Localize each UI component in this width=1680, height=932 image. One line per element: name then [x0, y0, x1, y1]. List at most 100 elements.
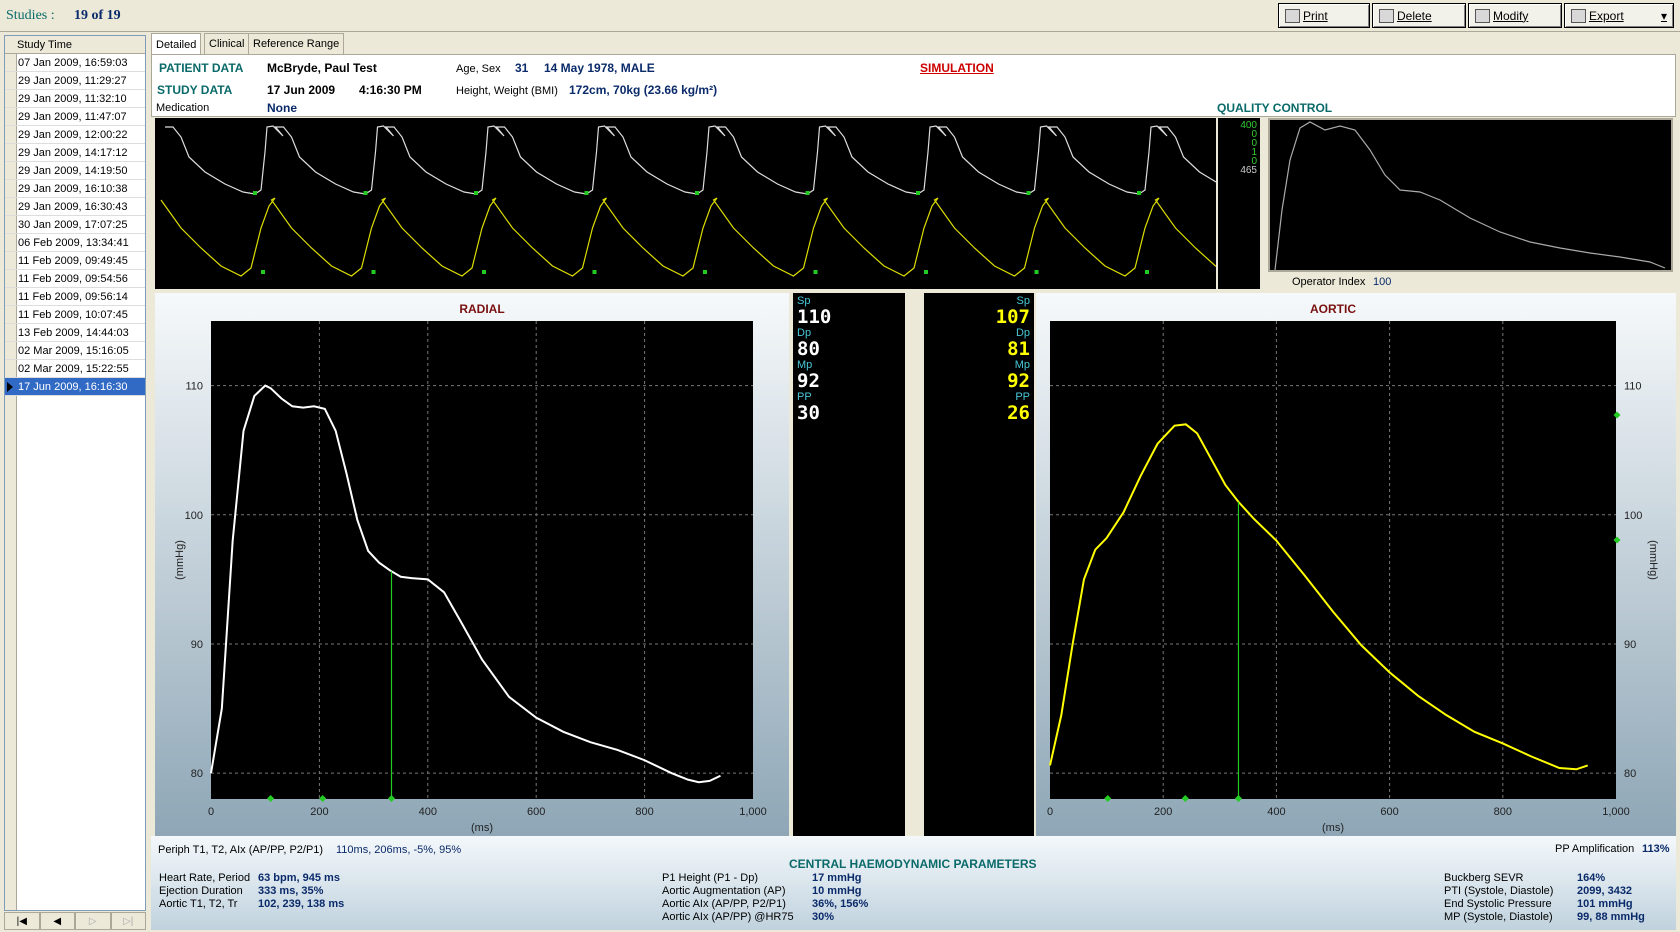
list-item[interactable]: 17 Jun 2009, 16:16:30: [5, 378, 145, 396]
param-label: MP (Systole, Diastole): [1444, 911, 1553, 923]
param-row: End Systolic Pressure 101 mmHg: [1444, 898, 1645, 911]
list-item-label: 17 Jun 2009, 16:16:30: [18, 380, 128, 393]
value-number: 80: [797, 338, 820, 360]
list-item-label: 30 Jan 2009, 17:07:25: [18, 218, 128, 231]
list-item-label: 29 Jan 2009, 16:30:43: [18, 200, 128, 213]
x-tick-label: 1,000: [1602, 806, 1630, 818]
param-value: 333 ms, 35%: [258, 885, 324, 897]
delete-button[interactable]: Delete: [1372, 3, 1466, 28]
param-label: Heart Rate, Period: [159, 872, 251, 884]
modify-button[interactable]: Modify: [1468, 3, 1562, 28]
trace-marker: [261, 270, 265, 274]
first-record-button[interactable]: |◀: [4, 912, 40, 930]
height-weight-value: 172cm, 70kg (23.66 kg/m²): [569, 83, 718, 97]
operator-index-value: 100: [1373, 276, 1392, 288]
param-row: PTI (Systole, Diastole) 2099, 3432: [1444, 885, 1645, 898]
param-row: Aortic T1, T2, Tr 102, 239, 138 ms: [159, 898, 344, 911]
param-row: Aortic AIx (AP/PP, P2/P1) 36%, 156%: [662, 898, 868, 911]
study-data-label: STUDY DATA: [157, 83, 233, 97]
study-time-column-header[interactable]: Study Time: [5, 36, 145, 54]
list-item-label: 06 Feb 2009, 13:34:41: [18, 236, 129, 249]
trace-marker: [474, 191, 478, 195]
list-item[interactable]: 11 Feb 2009, 09:49:45: [5, 252, 145, 270]
trace-marker: [371, 270, 376, 274]
x-axis-label: (ms): [1322, 822, 1344, 834]
y-tick-label: 110: [185, 381, 203, 393]
trace-marker: [363, 191, 368, 195]
aortic-values-panel: Sp 107 Dp 81 Mp 92 PP 26: [924, 293, 1034, 836]
x-tick-label: 600: [527, 806, 545, 818]
param-value: 36%, 156%: [812, 898, 869, 910]
trace-marker: [584, 191, 589, 195]
study-list[interactable]: Study Time 07 Jan 2009, 16:59:03 29 Jan 2…: [4, 35, 146, 911]
list-item[interactable]: 11 Feb 2009, 09:54:56: [5, 270, 145, 288]
param-value: 101 mmHg: [1577, 898, 1633, 910]
value-number: 107: [995, 306, 1030, 328]
prev-record-button[interactable]: ◀: [39, 912, 75, 930]
param-value: 30%: [812, 911, 835, 923]
y-tick-label: 90: [191, 639, 203, 651]
patient-name: McBryde, Paul Test: [267, 61, 377, 75]
parameters-panel: Periph T1, T2, AIx (AP/PP, P2/P1) 110ms,…: [151, 836, 1676, 930]
param-label: Aortic T1, T2, Tr: [159, 898, 238, 910]
list-item[interactable]: 30 Jan 2009, 17:07:25: [5, 216, 145, 234]
trace-marker: [813, 270, 818, 274]
x-tick-label: 0: [208, 806, 214, 818]
operator-index-label: Operator Index: [1292, 276, 1366, 288]
list-item-label: 02 Mar 2009, 15:16:05: [18, 344, 129, 357]
trace-marker: [592, 270, 597, 274]
patient-info-panel: PATIENT DATA McBryde, Paul Test Age, Sex…: [151, 54, 1676, 117]
param-value: 10 mmHg: [812, 885, 862, 897]
pulse-trace-svg: [160, 125, 1278, 277]
trace-marker: [1026, 191, 1031, 195]
list-item[interactable]: 29 Jan 2009, 11:32:10: [5, 90, 145, 108]
trace-marker: [916, 191, 920, 195]
tab-detailed[interactable]: Detailed: [151, 33, 202, 55]
quality-control-label: QUALITY CONTROL: [1217, 101, 1333, 115]
list-item[interactable]: 02 Mar 2009, 15:22:55: [5, 360, 145, 378]
list-item[interactable]: 06 Feb 2009, 13:34:41: [5, 234, 145, 252]
tab-reference-range[interactable]: Reference Range: [248, 33, 345, 54]
pp-amplification-label: PP Amplification: [1555, 843, 1635, 855]
qc-number: 465: [1240, 165, 1257, 176]
qc-plot: [1268, 118, 1673, 272]
last-record-button[interactable]: ▷|: [110, 912, 146, 930]
list-item-label: 29 Jan 2009, 12:00:22: [18, 128, 128, 141]
list-item[interactable]: 11 Feb 2009, 09:56:14: [5, 288, 145, 306]
plot-area: [1050, 321, 1616, 799]
param-value: 63 bpm, 945 ms: [258, 872, 340, 884]
list-item[interactable]: 29 Jan 2009, 11:29:27: [5, 72, 145, 90]
age-sex-label: Age, Sex: [456, 63, 501, 75]
param-row: Buckberg SEVR 164%: [1444, 872, 1645, 885]
x-tick-label: 0: [1047, 806, 1053, 818]
y-axis-label: (mmHg): [1647, 540, 1659, 580]
study-time: 4:16:30 PM: [359, 83, 422, 97]
periph-value: 110ms, 206ms, -5%, 95%: [336, 844, 462, 856]
printer-icon: [1285, 8, 1300, 23]
periph-label: Periph T1, T2, AIx (AP/PP, P2/P1): [158, 844, 324, 856]
list-item[interactable]: 02 Mar 2009, 15:16:05: [5, 342, 145, 360]
list-item[interactable]: 29 Jan 2009, 11:47:07: [5, 108, 145, 126]
list-item-label: 29 Jan 2009, 16:10:38: [18, 182, 128, 195]
export-button[interactable]: Export ▾: [1564, 3, 1674, 28]
radial-trace: [165, 125, 1278, 195]
list-item[interactable]: 13 Feb 2009, 14:44:03: [5, 324, 145, 342]
list-item[interactable]: 29 Jan 2009, 16:30:43: [5, 198, 145, 216]
chart-title: RADIAL: [459, 302, 504, 316]
list-item[interactable]: 29 Jan 2009, 14:17:12: [5, 144, 145, 162]
list-item[interactable]: 29 Jan 2009, 12:00:22: [5, 126, 145, 144]
tab-clinical[interactable]: Clinical: [204, 33, 250, 54]
next-record-button[interactable]: ▷: [75, 912, 111, 930]
list-item-label: 29 Jan 2009, 11:29:27: [18, 74, 127, 87]
trace-marker: [1137, 191, 1141, 195]
row-pointer-icon: [7, 382, 13, 392]
list-item-label: 11 Feb 2009, 10:07:45: [18, 308, 128, 321]
print-button[interactable]: Print: [1278, 3, 1370, 28]
list-item[interactable]: 11 Feb 2009, 10:07:45: [5, 306, 145, 324]
list-item[interactable]: 07 Jan 2009, 16:59:03: [5, 54, 145, 72]
list-item[interactable]: 29 Jan 2009, 14:19:50: [5, 162, 145, 180]
modify-icon: [1475, 8, 1490, 23]
list-item[interactable]: 29 Jan 2009, 16:10:38: [5, 180, 145, 198]
simulation-label: SIMULATION: [920, 61, 994, 75]
radial-plot-panel: RADIAL 110 100 90 80 0 200 400 600 800 1,000 (ms) (m…: [155, 293, 789, 836]
